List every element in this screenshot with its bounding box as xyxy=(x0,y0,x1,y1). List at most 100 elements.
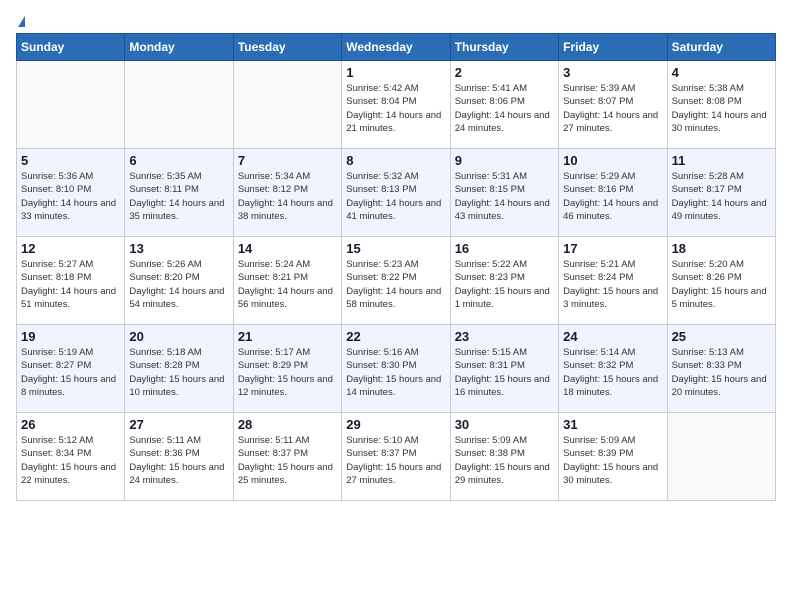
day-number: 19 xyxy=(21,329,120,344)
day-info: Sunrise: 5:27 AM Sunset: 8:18 PM Dayligh… xyxy=(21,258,120,311)
calendar-cell: 28 Sunrise: 5:11 AM Sunset: 8:37 PM Dayli… xyxy=(233,413,341,501)
day-info: Sunrise: 5:22 AM Sunset: 8:23 PM Dayligh… xyxy=(455,258,554,311)
day-number: 22 xyxy=(346,329,445,344)
logo-triangle-icon xyxy=(18,16,25,27)
day-info: Sunrise: 5:20 AM Sunset: 8:26 PM Dayligh… xyxy=(672,258,771,311)
day-info: Sunrise: 5:31 AM Sunset: 8:15 PM Dayligh… xyxy=(455,170,554,223)
day-info: Sunrise: 5:12 AM Sunset: 8:34 PM Dayligh… xyxy=(21,434,120,487)
calendar-cell: 22 Sunrise: 5:16 AM Sunset: 8:30 PM Dayli… xyxy=(342,325,450,413)
day-number: 28 xyxy=(238,417,337,432)
calendar-cell: 4 Sunrise: 5:38 AM Sunset: 8:08 PM Daylig… xyxy=(667,61,775,149)
day-info: Sunrise: 5:36 AM Sunset: 8:10 PM Dayligh… xyxy=(21,170,120,223)
day-number: 1 xyxy=(346,65,445,80)
calendar-cell: 12Sunrise: 5:27 AM Sunset: 8:18 PM Dayli… xyxy=(17,237,125,325)
col-header-thursday: Thursday xyxy=(450,34,558,61)
col-header-tuesday: Tuesday xyxy=(233,34,341,61)
day-number: 27 xyxy=(129,417,228,432)
day-number: 11 xyxy=(672,153,771,168)
calendar-cell: 16 Sunrise: 5:22 AM Sunset: 8:23 PM Dayli… xyxy=(450,237,558,325)
header xyxy=(16,16,776,25)
day-number: 7 xyxy=(238,153,337,168)
logo xyxy=(16,16,25,25)
calendar-cell: 24Sunrise: 5:14 AM Sunset: 8:32 PM Dayli… xyxy=(559,325,667,413)
day-number: 24 xyxy=(563,329,662,344)
day-number: 8 xyxy=(346,153,445,168)
calendar-cell: 26 Sunrise: 5:12 AM Sunset: 8:34 PM Dayli… xyxy=(17,413,125,501)
day-info: Sunrise: 5:23 AM Sunset: 8:22 PM Dayligh… xyxy=(346,258,445,311)
calendar-cell: 7 Sunrise: 5:34 AM Sunset: 8:12 PM Daylig… xyxy=(233,149,341,237)
col-header-sunday: Sunday xyxy=(17,34,125,61)
calendar-cell: 13 Sunrise: 5:26 AM Sunset: 8:20 PM Dayli… xyxy=(125,237,233,325)
day-info: Sunrise: 5:10 AM Sunset: 8:37 PM Dayligh… xyxy=(346,434,445,487)
day-number: 31 xyxy=(563,417,662,432)
day-info: Sunrise: 5:39 AM Sunset: 8:07 PM Dayligh… xyxy=(563,82,662,135)
col-header-monday: Monday xyxy=(125,34,233,61)
col-header-wednesday: Wednesday xyxy=(342,34,450,61)
calendar-cell: 27 Sunrise: 5:11 AM Sunset: 8:36 PM Dayli… xyxy=(125,413,233,501)
day-info: Sunrise: 5:41 AM Sunset: 8:06 PM Dayligh… xyxy=(455,82,554,135)
day-info: Sunrise: 5:21 AM Sunset: 8:24 PM Dayligh… xyxy=(563,258,662,311)
day-number: 30 xyxy=(455,417,554,432)
day-number: 3 xyxy=(563,65,662,80)
calendar-cell: 11 Sunrise: 5:28 AM Sunset: 8:17 PM Dayli… xyxy=(667,149,775,237)
day-number: 15 xyxy=(346,241,445,256)
calendar-cell xyxy=(17,61,125,149)
day-number: 25 xyxy=(672,329,771,344)
day-number: 20 xyxy=(129,329,228,344)
calendar-cell: 15 Sunrise: 5:23 AM Sunset: 8:22 PM Dayli… xyxy=(342,237,450,325)
col-header-saturday: Saturday xyxy=(667,34,775,61)
day-number: 23 xyxy=(455,329,554,344)
calendar-cell: 25Sunrise: 5:13 AM Sunset: 8:33 PM Dayli… xyxy=(667,325,775,413)
day-number: 9 xyxy=(455,153,554,168)
day-info: Sunrise: 5:11 AM Sunset: 8:36 PM Dayligh… xyxy=(129,434,228,487)
col-header-friday: Friday xyxy=(559,34,667,61)
calendar-cell xyxy=(233,61,341,149)
day-number: 10 xyxy=(563,153,662,168)
calendar-cell: 6 Sunrise: 5:35 AM Sunset: 8:11 PM Daylig… xyxy=(125,149,233,237)
calendar-cell: 8 Sunrise: 5:32 AM Sunset: 8:13 PM Daylig… xyxy=(342,149,450,237)
calendar-cell: 20 Sunrise: 5:18 AM Sunset: 8:28 PM Dayli… xyxy=(125,325,233,413)
calendar-cell xyxy=(667,413,775,501)
day-info: Sunrise: 5:34 AM Sunset: 8:12 PM Dayligh… xyxy=(238,170,337,223)
calendar-cell: 17 Sunrise: 5:21 AM Sunset: 8:24 PM Dayli… xyxy=(559,237,667,325)
calendar-table: SundayMondayTuesdayWednesdayThursdayFrid… xyxy=(16,33,776,501)
day-info: Sunrise: 5:29 AM Sunset: 8:16 PM Dayligh… xyxy=(563,170,662,223)
day-number: 18 xyxy=(672,241,771,256)
day-number: 5 xyxy=(21,153,120,168)
day-info: Sunrise: 5:16 AM Sunset: 8:30 PM Dayligh… xyxy=(346,346,445,399)
day-info: Sunrise: 5:09 AM Sunset: 8:38 PM Dayligh… xyxy=(455,434,554,487)
day-number: 14 xyxy=(238,241,337,256)
calendar-cell: 2Sunrise: 5:41 AM Sunset: 8:06 PM Daylig… xyxy=(450,61,558,149)
day-number: 17 xyxy=(563,241,662,256)
day-info: Sunrise: 5:09 AM Sunset: 8:39 PM Dayligh… xyxy=(563,434,662,487)
calendar-cell: 14 Sunrise: 5:24 AM Sunset: 8:21 PM Dayli… xyxy=(233,237,341,325)
calendar-cell: 9 Sunrise: 5:31 AM Sunset: 8:15 PM Daylig… xyxy=(450,149,558,237)
day-number: 26 xyxy=(21,417,120,432)
day-info: Sunrise: 5:17 AM Sunset: 8:29 PM Dayligh… xyxy=(238,346,337,399)
day-number: 21 xyxy=(238,329,337,344)
day-info: Sunrise: 5:24 AM Sunset: 8:21 PM Dayligh… xyxy=(238,258,337,311)
calendar-cell: 31 Sunrise: 5:09 AM Sunset: 8:39 PM Dayli… xyxy=(559,413,667,501)
calendar-cell: 1Sunrise: 5:42 AM Sunset: 8:04 PM Daylig… xyxy=(342,61,450,149)
day-info: Sunrise: 5:38 AM Sunset: 8:08 PM Dayligh… xyxy=(672,82,771,135)
calendar-cell: 19 Sunrise: 5:19 AM Sunset: 8:27 PM Dayli… xyxy=(17,325,125,413)
day-info: Sunrise: 5:26 AM Sunset: 8:20 PM Dayligh… xyxy=(129,258,228,311)
day-number: 13 xyxy=(129,241,228,256)
day-info: Sunrise: 5:28 AM Sunset: 8:17 PM Dayligh… xyxy=(672,170,771,223)
day-info: Sunrise: 5:11 AM Sunset: 8:37 PM Dayligh… xyxy=(238,434,337,487)
day-number: 6 xyxy=(129,153,228,168)
day-info: Sunrise: 5:15 AM Sunset: 8:31 PM Dayligh… xyxy=(455,346,554,399)
day-info: Sunrise: 5:32 AM Sunset: 8:13 PM Dayligh… xyxy=(346,170,445,223)
day-info: Sunrise: 5:18 AM Sunset: 8:28 PM Dayligh… xyxy=(129,346,228,399)
day-number: 4 xyxy=(672,65,771,80)
day-info: Sunrise: 5:19 AM Sunset: 8:27 PM Dayligh… xyxy=(21,346,120,399)
day-number: 16 xyxy=(455,241,554,256)
calendar-cell: 10 Sunrise: 5:29 AM Sunset: 8:16 PM Dayli… xyxy=(559,149,667,237)
calendar-cell: 23 Sunrise: 5:15 AM Sunset: 8:31 PM Dayli… xyxy=(450,325,558,413)
day-info: Sunrise: 5:35 AM Sunset: 8:11 PM Dayligh… xyxy=(129,170,228,223)
day-number: 29 xyxy=(346,417,445,432)
calendar-cell: 18 Sunrise: 5:20 AM Sunset: 8:26 PM Dayli… xyxy=(667,237,775,325)
calendar-cell: 5 Sunrise: 5:36 AM Sunset: 8:10 PM Daylig… xyxy=(17,149,125,237)
calendar-cell: 30 Sunrise: 5:09 AM Sunset: 8:38 PM Dayli… xyxy=(450,413,558,501)
calendar-cell xyxy=(125,61,233,149)
